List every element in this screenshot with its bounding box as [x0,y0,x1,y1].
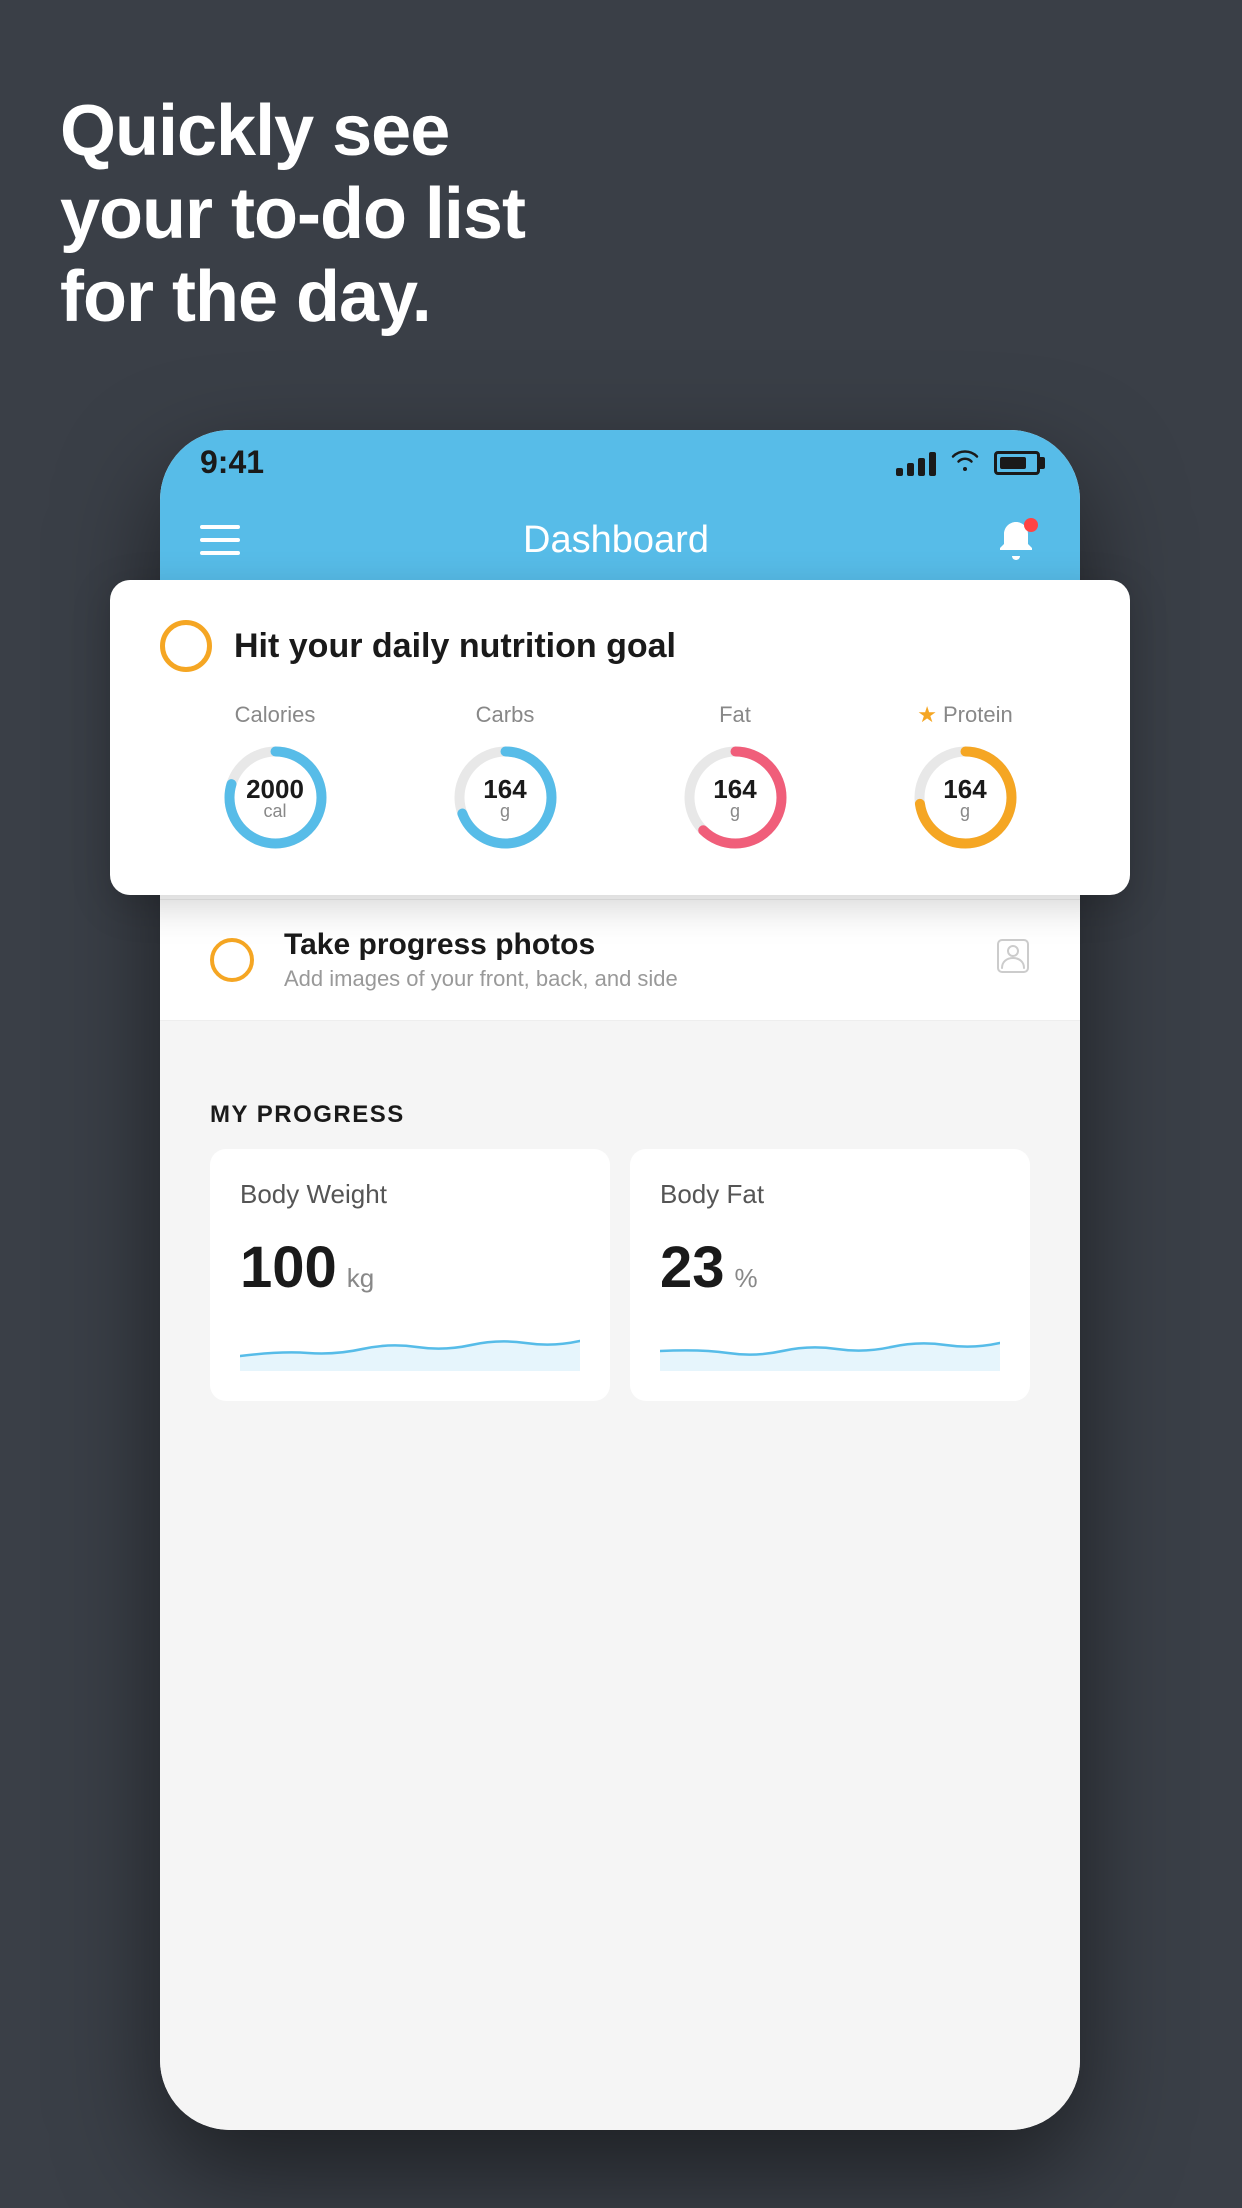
calories-value: 2000 [246,776,304,802]
battery-icon [994,451,1040,475]
fat-value: 164 [713,776,756,802]
body-fat-card: Body Fat 23 % [630,1149,1030,1401]
donut-center-calories: 2000 cal [246,776,304,820]
status-bar: 9:41 [160,430,1080,495]
body-fat-chart [660,1321,1000,1371]
protein-value: 164 [943,776,986,802]
donut-fat: 164 g [678,740,793,855]
donut-calories: 2000 cal [218,740,333,855]
nutrition-item-calories: Calories 2000 cal [218,702,333,855]
card-title: Hit your daily nutrition goal [234,627,676,666]
donut-center-fat: 164 g [713,776,756,820]
nutrition-label-protein-text: Protein [943,702,1013,728]
todo-circle-photos [210,938,254,982]
status-time: 9:41 [200,444,264,481]
body-weight-card: Body Weight 100 kg [210,1149,610,1401]
progress-section: MY PROGRESS Body Weight 100 kg [160,1061,1080,1401]
protein-unit: g [943,802,986,820]
fat-unit: g [713,802,756,820]
star-icon: ★ [917,702,937,728]
donut-center-protein: 164 g [943,776,986,820]
body-fat-title: Body Fat [660,1179,1000,1210]
progress-title: MY PROGRESS [210,1101,1030,1129]
body-fat-value-row: 23 % [660,1234,1000,1301]
donut-carbs: 164 g [448,740,563,855]
donut-center-carbs: 164 g [483,776,526,820]
nutrition-circles: Calories 2000 cal Carbs [160,702,1080,855]
notification-dot [1024,518,1038,532]
nutrition-label-protein: ★ Protein [917,702,1012,728]
donut-protein: 164 g [908,740,1023,855]
nutrition-label-fat: Fat [719,702,751,728]
todo-name-photos: Take progress photos [284,928,966,962]
body-weight-title: Body Weight [240,1179,580,1210]
nav-title: Dashboard [523,519,709,562]
nutrition-label-calories: Calories [235,702,316,728]
carbs-value: 164 [483,776,526,802]
nutrition-label-carbs: Carbs [476,702,535,728]
signal-icon [896,450,936,476]
todo-item-photos[interactable]: Take progress photos Add images of your … [160,900,1080,1021]
body-weight-value: 100 [240,1234,337,1301]
body-weight-unit: kg [347,1263,374,1294]
hamburger-menu[interactable] [200,525,240,555]
nav-bar: Dashboard [160,495,1080,585]
floating-card: Hit your daily nutrition goal Calories 2… [110,580,1130,895]
todo-sub-photos: Add images of your front, back, and side [284,966,966,992]
status-icons [896,447,1040,478]
calories-unit: cal [246,802,304,820]
headline-line2: your to-do list [60,173,525,256]
todo-text-photos: Take progress photos Add images of your … [284,928,966,992]
nutrition-item-carbs: Carbs 164 g [448,702,563,855]
card-header: Hit your daily nutrition goal [160,620,1080,672]
headline-line3: for the day. [60,256,525,339]
bell-icon[interactable] [992,516,1040,564]
person-icon [996,938,1030,983]
carbs-unit: g [483,802,526,820]
body-weight-value-row: 100 kg [240,1234,580,1301]
wifi-icon [950,447,980,478]
nutrition-item-fat: Fat 164 g [678,702,793,855]
card-circle-check [160,620,212,672]
nutrition-item-protein: ★ Protein 164 g [908,702,1023,855]
headline: Quickly see your to-do list for the day. [60,90,525,338]
body-fat-unit: % [735,1263,758,1294]
body-weight-chart [240,1321,580,1371]
headline-line1: Quickly see [60,90,525,173]
body-fat-value: 23 [660,1234,725,1301]
progress-cards: Body Weight 100 kg Body Fat [210,1149,1030,1401]
